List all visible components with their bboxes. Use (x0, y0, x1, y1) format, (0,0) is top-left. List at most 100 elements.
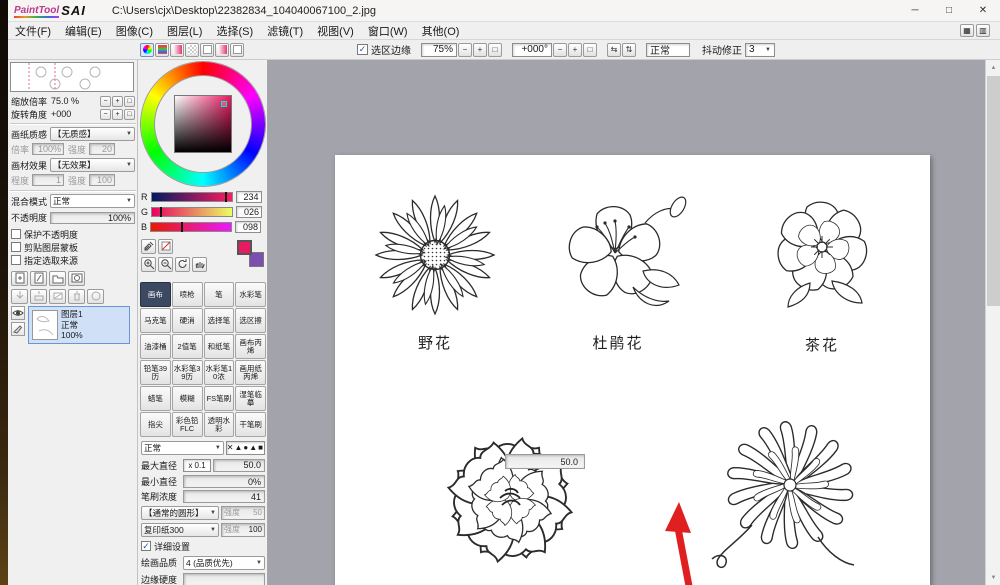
menu-window[interactable]: 窗口(W) (361, 23, 415, 39)
mixer-tab[interactable] (215, 43, 229, 57)
selection-source-checkbox[interactable] (11, 255, 21, 265)
effect-level-slider[interactable]: 1 (32, 174, 64, 186)
clipping-mask-option[interactable]: 剪贴图层蒙板 (11, 241, 135, 253)
zoom-out-icon[interactable]: − (458, 43, 472, 57)
zoom-reset-icon[interactable]: □ (488, 43, 502, 57)
green-slider[interactable] (151, 207, 233, 217)
brush-blend-dropdown[interactable]: 正常 ▼ (141, 441, 224, 455)
menu-filter[interactable]: 滤镜(T) (260, 23, 310, 39)
brush-tool[interactable]: 水彩笔39历 (172, 360, 203, 385)
effect-strength-slider[interactable]: 100 (89, 174, 115, 186)
rotate-ccw-icon[interactable]: − (553, 43, 567, 57)
menu-other[interactable]: 其他(O) (415, 23, 467, 39)
panel-toggle-icon[interactable]: ▥ (976, 24, 990, 37)
blue-value[interactable]: 098 (235, 221, 261, 233)
clipping-mask-checkbox[interactable] (11, 242, 21, 252)
layer-options-icon[interactable] (87, 289, 104, 304)
foreground-color-swatch[interactable] (237, 240, 252, 255)
brush-density-slider[interactable]: 41 (183, 490, 265, 503)
menu-image[interactable]: 图像(C) (109, 23, 160, 39)
brush-tool[interactable]: 水彩笔10浓 (204, 360, 235, 385)
brush-tool[interactable]: 2值笔 (172, 334, 203, 359)
nav-zoom-reset-icon[interactable]: □ (124, 96, 135, 107)
selection-source-option[interactable]: 指定选取来源 (11, 254, 135, 266)
layer-item-selected[interactable]: 图层1 正常 100% (28, 306, 130, 344)
brush-tool[interactable]: 蜡笔 (140, 386, 171, 411)
brush-tool[interactable]: 硬消 (172, 308, 203, 333)
scroll-down-icon[interactable]: ▼ (986, 570, 1000, 585)
brush-tool[interactable]: 笔 (204, 282, 235, 307)
swatches-tab[interactable] (185, 43, 199, 57)
rotate-cw-icon[interactable]: + (568, 43, 582, 57)
material-effect-dropdown[interactable]: 【无效果】 ▼ (50, 158, 135, 172)
brush-tool[interactable]: 和纸笔 (204, 334, 235, 359)
menu-file[interactable]: 文件(F) (8, 23, 58, 39)
selection-edge-option[interactable]: ✓ 选区边缘 (357, 42, 411, 57)
paint-mode-dropdown[interactable]: 正常 (646, 43, 690, 57)
stabilizer-dropdown[interactable]: 3 ▼ (745, 43, 775, 57)
red-slider[interactable] (151, 192, 233, 202)
paint-quality-dropdown[interactable]: 4 (品质优先) ▼ (183, 556, 265, 570)
min-diameter-slider[interactable]: 0% (183, 475, 265, 488)
delete-layer-icon[interactable] (68, 289, 85, 304)
zoom-value[interactable]: 75% (421, 43, 457, 57)
green-value[interactable]: 026 (236, 206, 262, 218)
advanced-settings-option[interactable]: ✓ 详细设置 (141, 540, 265, 552)
blend-mode-dropdown[interactable]: 正常 ▼ (50, 194, 135, 208)
vertical-scrollbar[interactable]: ▲ ▼ (985, 60, 1000, 585)
preserve-opacity-checkbox[interactable] (11, 229, 21, 239)
shape-strength-slider[interactable]: 强度50 (221, 506, 265, 520)
zoom-in-icon[interactable]: + (473, 43, 487, 57)
transparent-color-icon[interactable] (158, 239, 173, 254)
navigator-preview[interactable] (10, 62, 134, 92)
menu-select[interactable]: 选择(S) (209, 23, 260, 39)
brush-tool[interactable]: 透明水彩 (204, 412, 235, 437)
eye-icon[interactable] (11, 306, 25, 320)
preserve-opacity-option[interactable]: 保护不透明度 (11, 228, 135, 240)
nav-rotate-ccw-icon[interactable]: − (100, 109, 111, 120)
paper-texture-dropdown[interactable]: 【无质感】 ▼ (50, 127, 135, 141)
red-value[interactable]: 234 (236, 191, 262, 203)
texture-strength-slider[interactable]: 强度100 (221, 523, 265, 537)
brush-tool[interactable]: 彩色铅FLC (172, 412, 203, 437)
scrollbar-thumb[interactable] (987, 76, 1000, 306)
brush-tool[interactable]: 干笔刷 (235, 412, 266, 437)
selection-edge-checkbox[interactable]: ✓ (357, 44, 368, 55)
clear-layer-icon[interactable] (49, 289, 66, 304)
minimize-button[interactable]: ─ (898, 0, 932, 22)
color-wheel[interactable] (141, 62, 265, 186)
scroll-up-icon[interactable]: ▲ (986, 60, 1000, 75)
merge-down-icon[interactable] (30, 289, 47, 304)
brush-shape-dropdown[interactable]: 【通常的圆形】 ▼ (141, 506, 219, 520)
brush-tool[interactable]: 喷枪 (172, 282, 203, 307)
transfer-down-icon[interactable] (11, 289, 28, 304)
brush-texture-dropdown[interactable]: 复印纸300 ▼ (141, 523, 219, 537)
brush-tool[interactable]: 画布 (140, 282, 171, 307)
zoom-in-tool-icon[interactable] (141, 257, 156, 272)
layer-opacity-slider[interactable]: 100% (50, 212, 135, 224)
brush-tool[interactable]: 湿笔临摹 (235, 386, 266, 411)
brush-tool[interactable]: 画用纸丙烯 (235, 360, 266, 385)
eyedropper-icon[interactable] (141, 239, 156, 254)
canvas-viewport[interactable]: 野花 杜鹃花 茶花 50.0 ▲ ▼ (268, 60, 1000, 585)
brush-tool[interactable]: 模糊 (172, 386, 203, 411)
advanced-settings-checkbox[interactable]: ✓ (141, 541, 151, 551)
blue-slider[interactable] (150, 222, 232, 232)
brush-tool[interactable]: 画布丙烯 (235, 334, 266, 359)
brush-tool[interactable]: 铅笔39历 (140, 360, 171, 385)
rgb-slider-tab[interactable] (155, 43, 169, 57)
brush-tool[interactable]: 马克笔 (140, 308, 171, 333)
close-button[interactable]: ✕ (966, 0, 1000, 22)
scratchpad-tab[interactable] (200, 43, 214, 57)
new-linework-layer-icon[interactable] (30, 271, 47, 286)
hsv-slider-tab[interactable] (170, 43, 184, 57)
paint-effect-icon[interactable] (11, 322, 25, 336)
hand-tool-icon[interactable] (192, 257, 207, 272)
menu-edit[interactable]: 编辑(E) (58, 23, 109, 39)
max-diameter-slider[interactable]: 50.0 (213, 459, 265, 472)
angle-value[interactable]: +000° (512, 43, 552, 57)
brush-tool[interactable]: 指尖 (140, 412, 171, 437)
edge-hardness-slider[interactable] (183, 573, 265, 585)
paper-scale-slider[interactable]: 100% (32, 143, 64, 155)
panel-layout-icon[interactable]: ▦ (960, 24, 974, 37)
